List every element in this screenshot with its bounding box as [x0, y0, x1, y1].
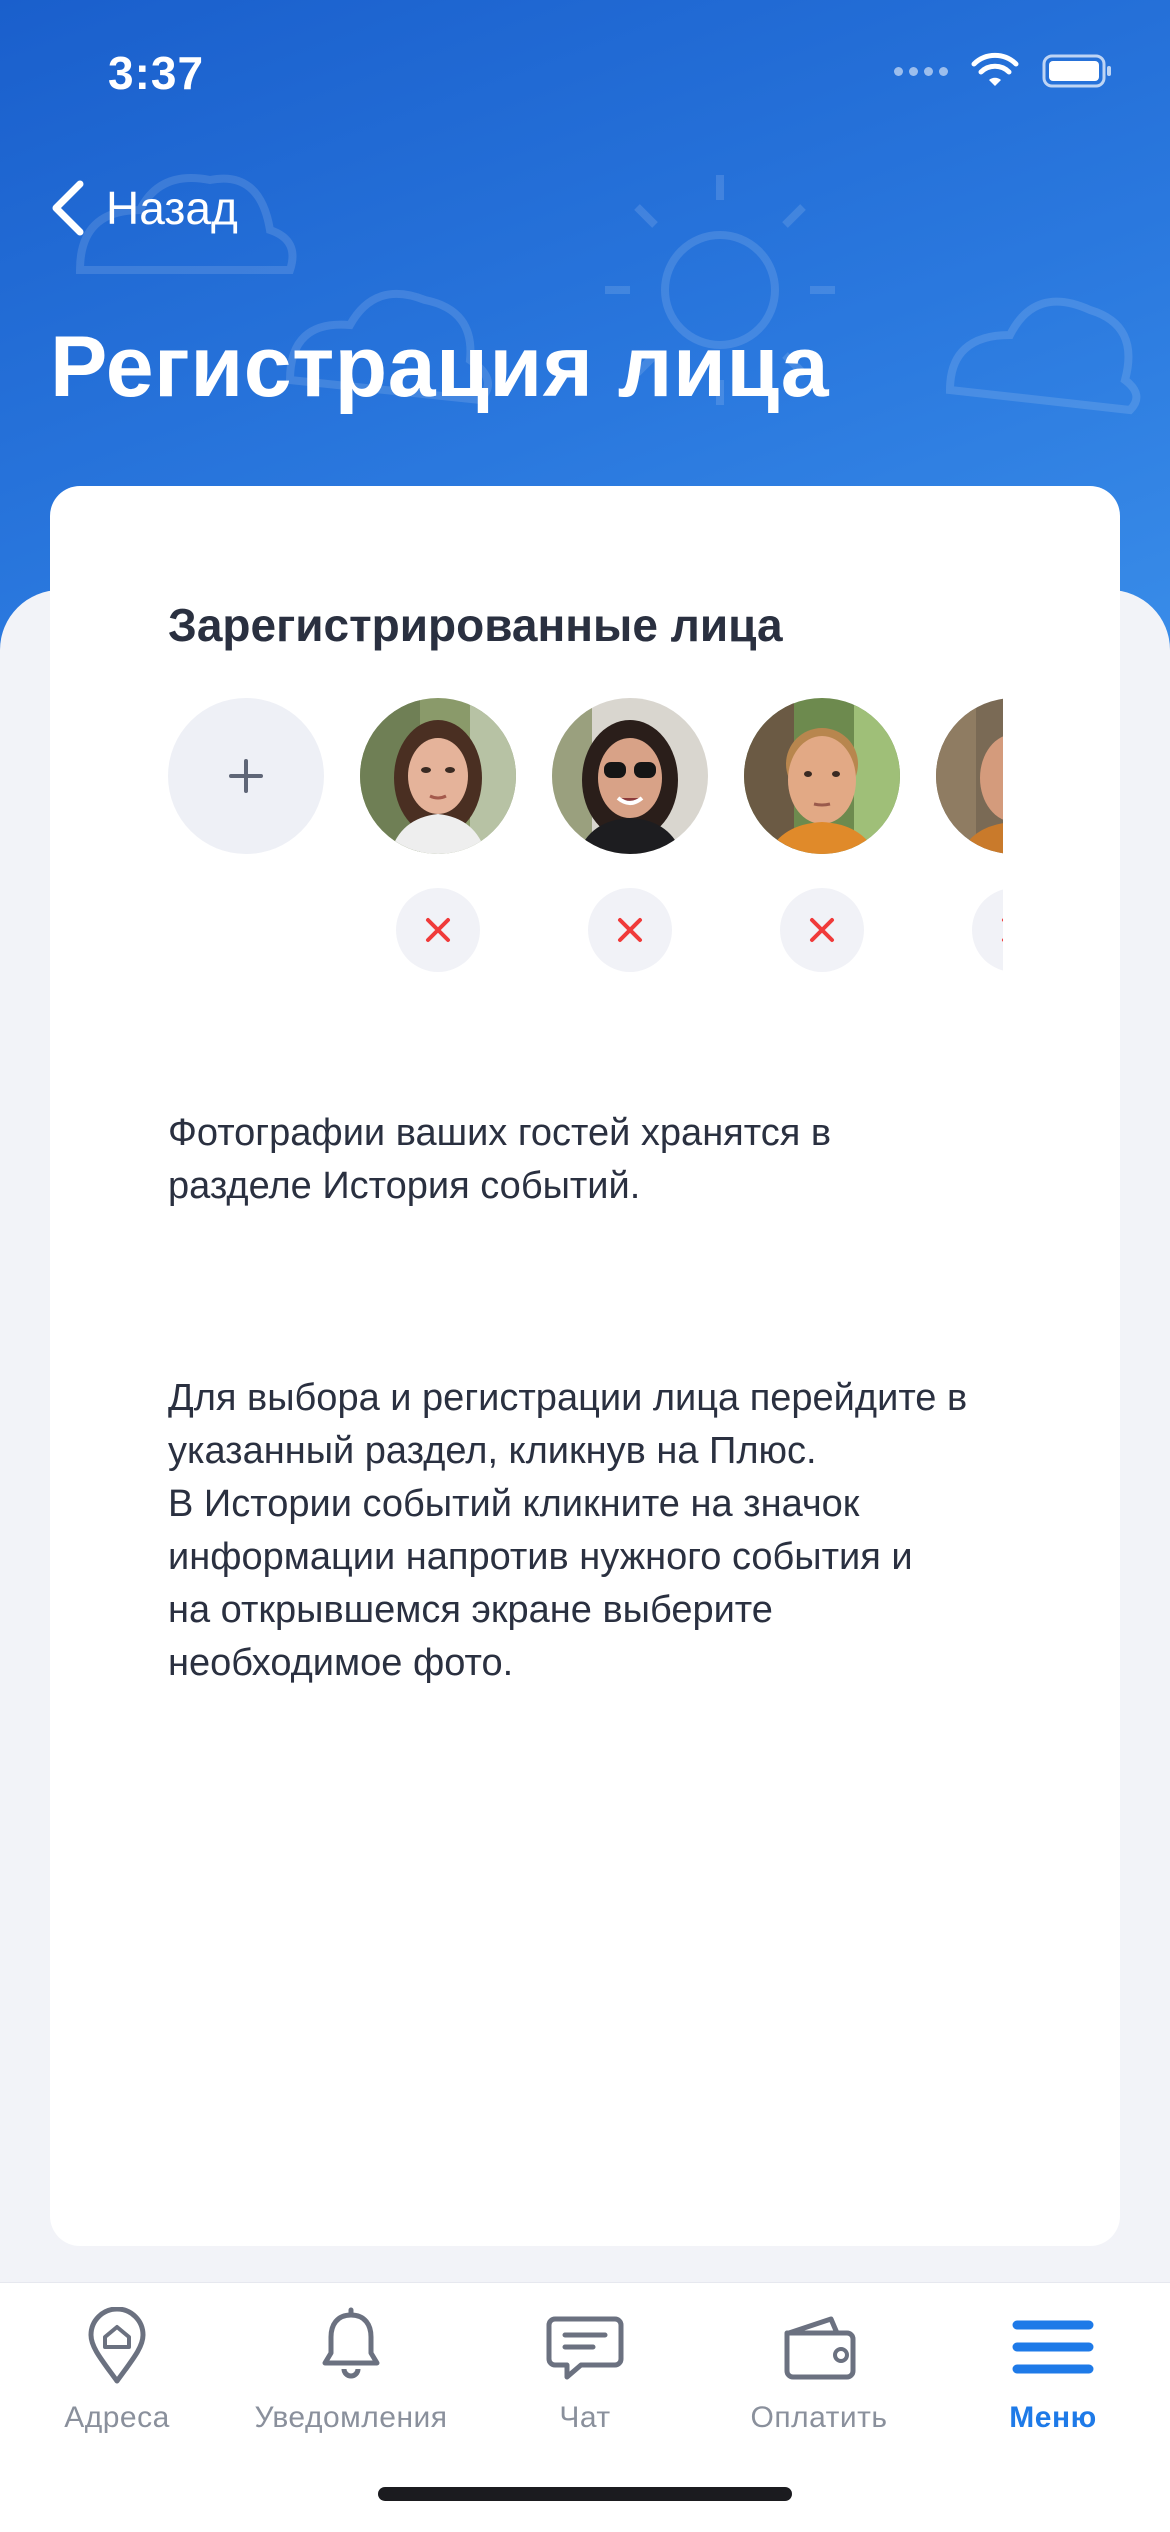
face-photo[interactable] — [360, 698, 516, 854]
wallet-icon — [784, 2316, 856, 2380]
menu-icon — [1012, 2320, 1094, 2374]
home-indicator — [378, 2487, 792, 2501]
tab-pay[interactable]: Оплатить — [702, 2299, 936, 2449]
chat-icon — [546, 2316, 624, 2380]
bell-icon — [322, 2307, 380, 2379]
face-photo[interactable] — [552, 698, 708, 854]
info-paragraph-2: Для выбора и регистрации лица перейдите … — [168, 1377, 968, 1684]
location-home-icon — [88, 2307, 146, 2384]
status-time: 3:37 — [108, 47, 205, 99]
plus-icon — [229, 759, 263, 793]
face-item — [936, 698, 1003, 988]
tab-notifications[interactable]: Уведомления — [234, 2299, 468, 2449]
remove-face-button[interactable] — [588, 888, 672, 972]
tab-menu[interactable]: Меню — [936, 2299, 1170, 2449]
face-photo[interactable] — [936, 698, 1003, 854]
remove-face-button[interactable] — [972, 888, 1003, 972]
cellular-signal-icon — [894, 66, 948, 76]
remove-face-button[interactable] — [780, 888, 864, 972]
add-face-button[interactable] — [168, 698, 324, 854]
tab-label: Меню — [1009, 2401, 1097, 2434]
back-button[interactable]: Назад — [48, 170, 238, 246]
close-icon — [810, 918, 834, 942]
face-photo[interactable] — [744, 698, 900, 854]
tab-label: Уведомления — [254, 2401, 448, 2434]
face-item — [552, 698, 708, 988]
face-item — [744, 698, 900, 988]
faces-card: Зарегистрированные лица Фотографии ваших… — [50, 486, 1120, 2246]
close-icon — [618, 918, 642, 942]
chevron-left-icon — [52, 180, 84, 236]
section-title: Зарегистрированные лица — [168, 599, 783, 651]
tab-label: Оплатить — [750, 2401, 888, 2434]
tab-label: Чат — [559, 2401, 611, 2434]
wifi-icon — [971, 52, 1019, 86]
info-paragraph-1: Фотографии ваших гостей хранятся в разде… — [168, 1112, 832, 1207]
remove-face-button[interactable] — [396, 888, 480, 972]
page-title: Регистрация лица — [50, 319, 830, 415]
back-label: Назад — [106, 182, 238, 234]
tab-label: Адреса — [64, 2401, 170, 2434]
battery-icon — [1042, 54, 1111, 88]
close-icon — [1002, 918, 1003, 942]
tab-addresses[interactable]: Адреса — [0, 2299, 234, 2449]
status-icons — [894, 52, 1114, 90]
face-item — [360, 698, 516, 988]
tab-chat[interactable]: Чат — [468, 2299, 702, 2449]
faces-list[interactable] — [168, 698, 1003, 988]
close-icon — [426, 918, 450, 942]
info-text: Фотографии ваших гостей хранятся в разде… — [168, 1054, 1028, 1743]
